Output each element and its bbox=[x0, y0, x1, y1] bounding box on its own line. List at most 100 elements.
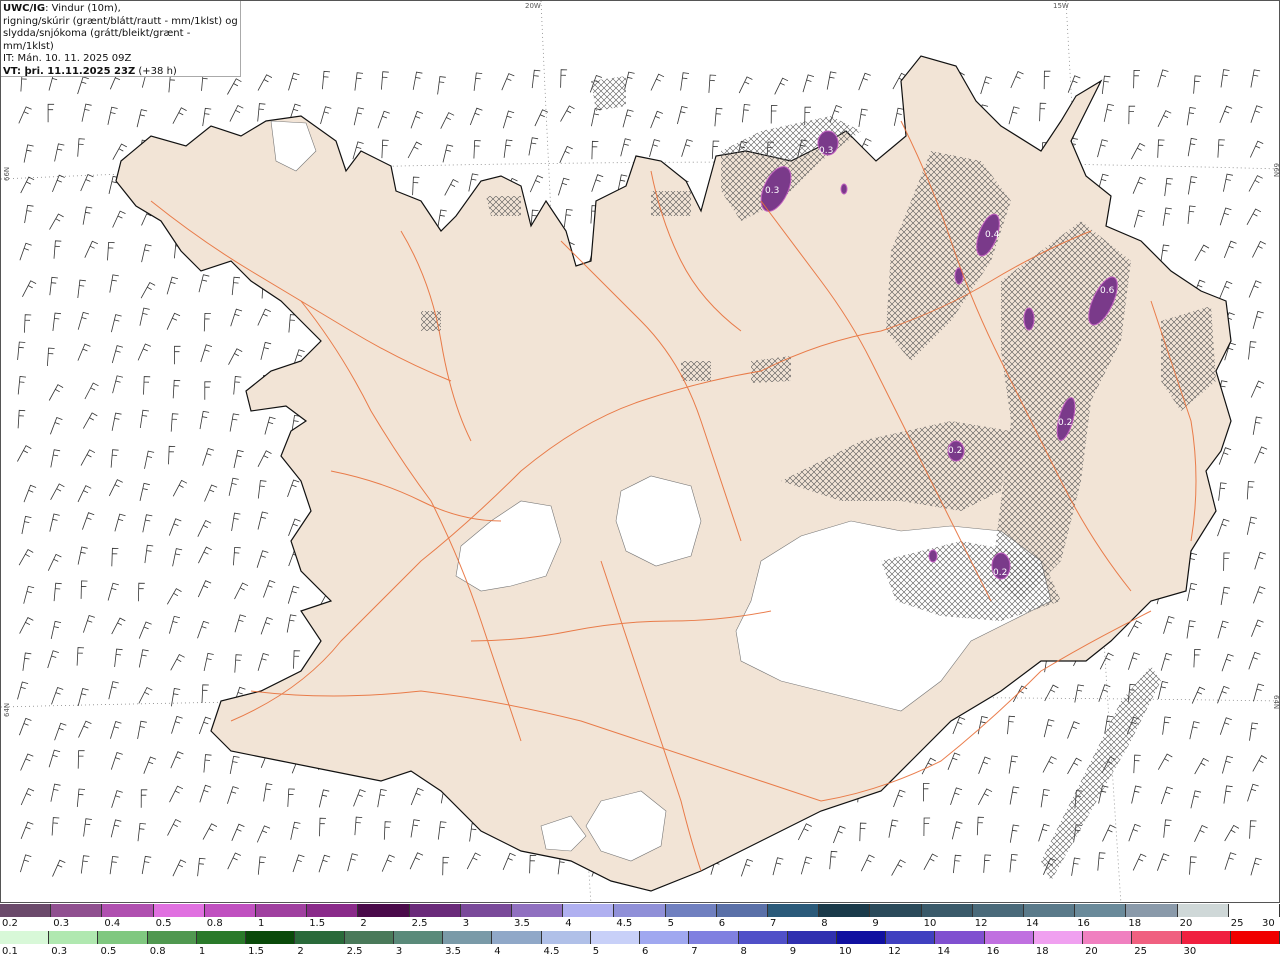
wind-barb bbox=[977, 788, 993, 805]
wind-barb bbox=[171, 688, 181, 707]
iceland-map: 0.3 0.3 0.4 0.6 0.2 0.2 0.2 bbox=[1, 1, 1279, 902]
wind-barb bbox=[1160, 244, 1170, 263]
wind-barb bbox=[77, 750, 85, 769]
wind-barb bbox=[1217, 685, 1230, 704]
wind-barb bbox=[139, 307, 150, 326]
wind-barb bbox=[52, 312, 62, 331]
legend-label: 30 bbox=[1262, 918, 1275, 929]
wind-barb bbox=[20, 854, 32, 873]
wind-barb bbox=[110, 819, 122, 838]
wind-barb bbox=[170, 653, 185, 671]
wind-barb bbox=[143, 376, 151, 395]
wind-barb bbox=[953, 854, 962, 874]
wind-barb bbox=[469, 107, 483, 126]
wind-barb bbox=[47, 650, 59, 669]
wind-barb bbox=[17, 376, 27, 395]
wind-barb bbox=[983, 854, 992, 873]
legend-label: 16 bbox=[986, 946, 1000, 957]
wind-barb bbox=[410, 787, 424, 806]
legend-label: 4 bbox=[565, 918, 572, 929]
grid-label-66n-left: 66N bbox=[3, 166, 11, 181]
wind-barb bbox=[257, 480, 267, 499]
legend-label: 0.1 bbox=[2, 946, 18, 957]
wind-barb bbox=[1248, 341, 1257, 360]
wind-barb bbox=[227, 786, 239, 804]
legend-swatch bbox=[768, 904, 820, 917]
model-name: UWC/IG bbox=[3, 3, 46, 14]
wind-barb bbox=[172, 479, 188, 497]
wind-barb bbox=[1157, 681, 1169, 700]
wind-barb bbox=[381, 71, 389, 90]
legend-label: 12 bbox=[974, 918, 988, 929]
wind-barb bbox=[347, 853, 359, 872]
wind-barb bbox=[529, 854, 537, 874]
precip-value: 0.2 bbox=[948, 446, 962, 456]
wind-barb bbox=[110, 449, 119, 468]
wind-barb bbox=[1248, 175, 1263, 192]
wind-barb bbox=[290, 821, 301, 840]
wind-barb bbox=[107, 106, 118, 125]
wind-barb bbox=[1132, 176, 1146, 194]
wind-barb bbox=[202, 107, 212, 127]
wind-barb bbox=[774, 77, 789, 95]
info-line2: rigning/skúrir (grænt/blátt/rautt - mm/1… bbox=[3, 15, 238, 27]
legend-swatch bbox=[204, 904, 257, 917]
wind-barb bbox=[1163, 819, 1172, 838]
wind-barb bbox=[108, 681, 119, 700]
wind-barb bbox=[227, 78, 242, 95]
wind-barb bbox=[1043, 719, 1055, 738]
wind-barb bbox=[17, 445, 32, 462]
wind-barb bbox=[231, 823, 245, 841]
wind-barb bbox=[833, 825, 846, 844]
legend-swatch bbox=[972, 904, 1025, 917]
wind-barb bbox=[620, 138, 632, 157]
wind-barb bbox=[1157, 753, 1173, 770]
wind-barb bbox=[1246, 208, 1262, 225]
wind-barb bbox=[1252, 416, 1263, 435]
wind-barb bbox=[18, 106, 32, 124]
wind-barb bbox=[534, 109, 549, 127]
valid-time: VT: þri. 11.11.2025 23Z bbox=[3, 65, 136, 77]
wind-barb bbox=[229, 413, 240, 432]
wind-barb bbox=[1252, 755, 1267, 772]
wind-barb bbox=[49, 513, 60, 532]
wind-barb bbox=[114, 648, 123, 667]
wind-barb bbox=[50, 483, 65, 500]
wind-barb bbox=[20, 176, 35, 194]
legend-label: 0.3 bbox=[53, 918, 70, 929]
grid-label-64n-left: 64N bbox=[3, 702, 11, 717]
wind-barb bbox=[1194, 244, 1210, 261]
wind-barb bbox=[1223, 785, 1233, 804]
wind-barb bbox=[891, 859, 906, 876]
wind-barb bbox=[528, 137, 539, 156]
wind-barb bbox=[1074, 684, 1085, 703]
legend-swatch bbox=[716, 904, 769, 917]
wind-barb bbox=[1157, 139, 1165, 158]
legend-label: 7 bbox=[770, 918, 777, 929]
wind-barb bbox=[442, 856, 450, 876]
wind-barb bbox=[48, 384, 64, 401]
wind-barb bbox=[1249, 722, 1259, 741]
wind-barb bbox=[1043, 70, 1051, 90]
wind-barb bbox=[770, 105, 778, 124]
wind-barb bbox=[233, 376, 242, 395]
wind-barb bbox=[111, 790, 123, 808]
legend-label: 1.5 bbox=[248, 946, 265, 957]
wind-barb bbox=[204, 484, 218, 502]
legend-swatch bbox=[1181, 931, 1231, 944]
grid-label-66n-right: 66N bbox=[1272, 163, 1280, 178]
wind-barb bbox=[233, 449, 244, 469]
wind-barb bbox=[50, 416, 63, 435]
wind-barb bbox=[22, 280, 37, 297]
wind-barb bbox=[77, 279, 86, 299]
wind-barb bbox=[742, 103, 751, 123]
wind-barb bbox=[1219, 207, 1232, 226]
wind-barb bbox=[51, 817, 60, 836]
wind-barb bbox=[231, 276, 241, 296]
wind-barb bbox=[257, 653, 270, 671]
precip-value: 0.6 bbox=[1100, 286, 1115, 296]
legend-swatch bbox=[1132, 931, 1182, 944]
wind-barb bbox=[624, 71, 635, 90]
wind-barb bbox=[1193, 75, 1202, 94]
wind-barb bbox=[84, 240, 98, 258]
